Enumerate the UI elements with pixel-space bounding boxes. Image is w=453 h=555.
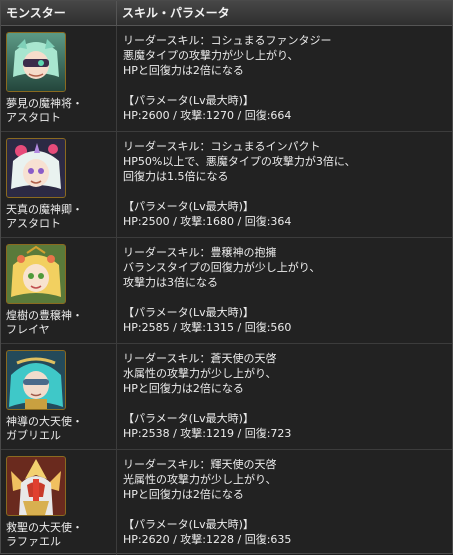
- skill-cell: リーダースキル：コシュまるファンタジー 悪魔タイプの攻撃力が少し上がり、 HPと…: [117, 26, 452, 131]
- leader-skill-name: リーダースキル：輝天使の天啓: [123, 458, 277, 471]
- monster-name: 煌樹の豊穣神・ フレイヤ: [6, 309, 83, 336]
- leader-skill-name: リーダースキル：蒼天使の天啓: [123, 352, 277, 365]
- table-row: 神導の大天使・ ガブリエル リーダースキル：蒼天使の天啓 水属性の攻撃力が少し上…: [1, 344, 452, 450]
- skill-desc-line: バランスタイプの回復力が少し上がり、: [123, 261, 321, 274]
- skill-desc-line: 攻撃力は3倍になる: [123, 276, 218, 289]
- monster-cell: 神導の大天使・ ガブリエル: [1, 344, 117, 449]
- param-title: 【パラメータ(Lv最大時)】: [123, 306, 254, 319]
- skill-cell: リーダースキル：コシュまるインパクト HP50%以上で、悪魔タイプの攻撃力が3倍…: [117, 132, 452, 237]
- param-title: 【パラメータ(Lv最大時)】: [123, 518, 254, 531]
- table-row: 夢見の魔神将・ アスタロト リーダースキル：コシュまるファンタジー 悪魔タイプの…: [1, 26, 452, 132]
- monster-name: 神導の大天使・ ガブリエル: [6, 415, 83, 442]
- table-row: 救聖の大天使・ ラファエル リーダースキル：輝天使の天啓 光属性の攻撃力が少し上…: [1, 450, 452, 555]
- monster-astaroth-tenshin-icon[interactable]: [6, 138, 66, 198]
- monster-name: 救聖の大天使・ ラファエル: [6, 521, 83, 548]
- monster-name: 天真の魔神卿・ アスタロト: [6, 203, 83, 230]
- monster-raphael-icon[interactable]: [6, 456, 66, 516]
- skill-cell: リーダースキル：蒼天使の天啓 水属性の攻撃力が少し上がり、 HPと回復力は2倍に…: [117, 344, 452, 449]
- table-row: 天真の魔神卿・ アスタロト リーダースキル：コシュまるインパクト HP50%以上…: [1, 132, 452, 238]
- param-values: HP:2620 / 攻撃:1228 / 回復:635: [123, 533, 292, 546]
- leader-skill-name: リーダースキル：コシュまるインパクト: [123, 140, 321, 153]
- skill-desc-line: HPと回復力は2倍になる: [123, 64, 244, 77]
- param-title: 【パラメータ(Lv最大時)】: [123, 94, 254, 107]
- leader-skill-name: リーダースキル：豊穣神の抱擁: [123, 246, 277, 259]
- monster-freyja-icon[interactable]: [6, 244, 66, 304]
- header-monster: モンスター: [1, 1, 117, 25]
- skill-desc-line: HP50%以上で、悪魔タイプの攻撃力が3倍に、: [123, 155, 356, 168]
- skill-desc-line: 回復力は1.5倍になる: [123, 170, 229, 183]
- monster-name: 夢見の魔神将・ アスタロト: [6, 97, 83, 124]
- skill-desc-line: HPと回復力は2倍になる: [123, 382, 244, 395]
- param-values: HP:2500 / 攻撃:1680 / 回復:364: [123, 215, 292, 228]
- param-title: 【パラメータ(Lv最大時)】: [123, 412, 254, 425]
- monster-cell: 夢見の魔神将・ アスタロト: [1, 26, 117, 131]
- monster-gabriel-icon[interactable]: [6, 350, 66, 410]
- monster-cell: 煌樹の豊穣神・ フレイヤ: [1, 238, 117, 343]
- monster-cell: 天真の魔神卿・ アスタロト: [1, 132, 117, 237]
- table-row: 煌樹の豊穣神・ フレイヤ リーダースキル：豊穣神の抱擁 バランスタイプの回復力が…: [1, 238, 452, 344]
- leader-skill-name: リーダースキル：コシュまるファンタジー: [123, 34, 332, 47]
- header-skill-params: スキル・パラメータ: [122, 6, 230, 20]
- skill-desc-line: 光属性の攻撃力が少し上がり、: [123, 473, 277, 486]
- param-values: HP:2600 / 攻撃:1270 / 回復:664: [123, 109, 292, 122]
- param-values: HP:2538 / 攻撃:1219 / 回復:723: [123, 427, 292, 440]
- skill-desc-line: HPと回復力は2倍になる: [123, 488, 244, 501]
- skill-cell: リーダースキル：豊穣神の抱擁 バランスタイプの回復力が少し上がり、 攻撃力は3倍…: [117, 238, 452, 343]
- monster-skill-table: モンスター スキル・パラメータ 夢見の魔神将・ アスタロト リーダースキル：コシ…: [0, 0, 453, 555]
- table-header: モンスター スキル・パラメータ: [1, 1, 452, 26]
- monster-cell: 救聖の大天使・ ラファエル: [1, 450, 117, 555]
- skill-desc-line: 悪魔タイプの攻撃力が少し上がり、: [123, 49, 299, 62]
- param-title: 【パラメータ(Lv最大時)】: [123, 200, 254, 213]
- monster-astaroth-dream-icon[interactable]: [6, 32, 66, 92]
- skill-desc-line: 水属性の攻撃力が少し上がり、: [123, 367, 277, 380]
- param-values: HP:2585 / 攻撃:1315 / 回復:560: [123, 321, 292, 334]
- skill-cell: リーダースキル：輝天使の天啓 光属性の攻撃力が少し上がり、 HPと回復力は2倍に…: [117, 450, 452, 555]
